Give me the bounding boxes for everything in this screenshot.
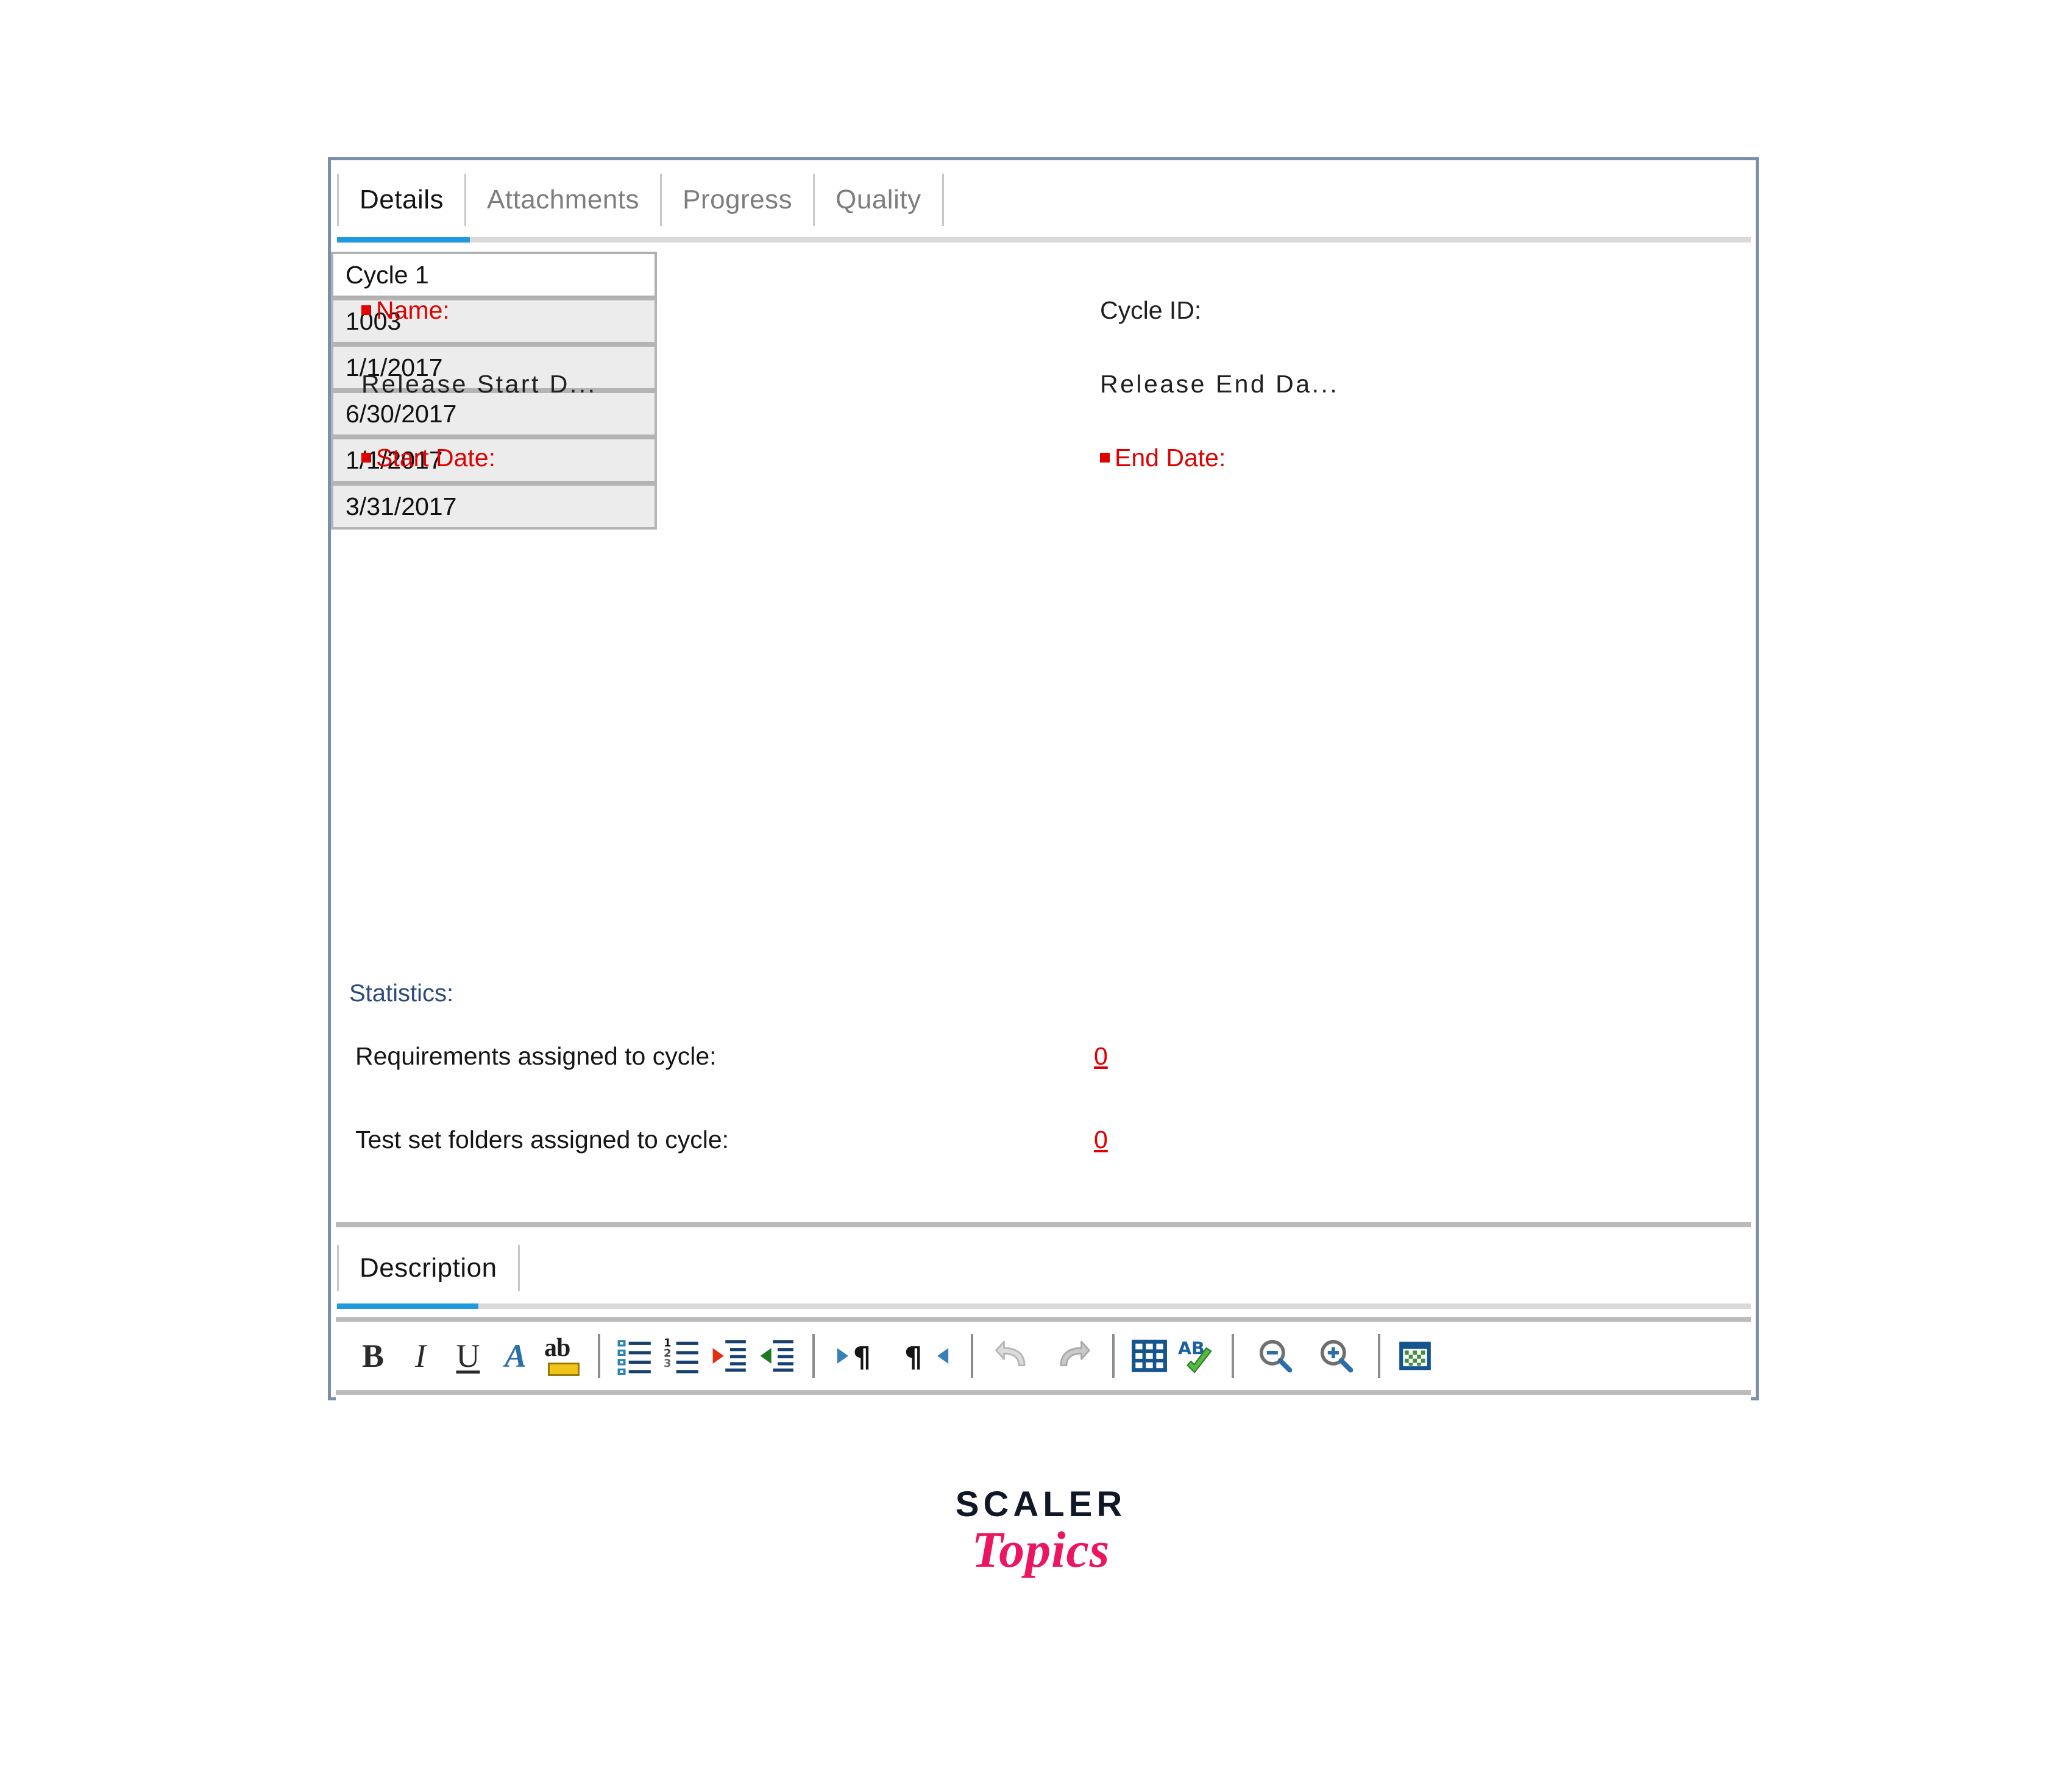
decrease-indent-icon (760, 1340, 793, 1372)
zoom-out-icon (1259, 1339, 1293, 1373)
field-end-date-value[interactable]: 3/31/2017 (331, 483, 657, 530)
tab-quality[interactable]: Quality (815, 166, 942, 233)
bulleted-list-button[interactable] (611, 1328, 659, 1384)
zoom-out-button[interactable] (1245, 1328, 1306, 1384)
toolbar-separator (812, 1334, 815, 1378)
insert-object-icon (1399, 1341, 1431, 1371)
statistics-row: Test set folders assigned to cycle: 0 (355, 1121, 1108, 1158)
toolbar-separator (1232, 1334, 1234, 1378)
spell-check-icon: AB (1178, 1338, 1212, 1374)
details-form: Name: Cycle 1 Cycle ID: 1003 Release Sta… (331, 252, 1756, 1093)
underline-button[interactable]: U (444, 1328, 492, 1384)
field-name-label: Name: (361, 296, 450, 325)
rtl-direction-button[interactable]: ¶ (893, 1328, 960, 1384)
active-description-tab-indicator (337, 1303, 1751, 1309)
tab-details[interactable]: Details (339, 166, 464, 233)
main-tab-strip: Details Attachments Progress Quality (331, 160, 1756, 252)
toolbar-bottom-rule (336, 1390, 1751, 1395)
field-start-date-label: Start Date: (361, 444, 495, 472)
field-cycle-id-label: Cycle ID: (1100, 296, 1202, 324)
field-release-end-date-label-wrap: Release End Da... (1100, 361, 1339, 407)
field-release-end-date-label: Release End Da... (1100, 369, 1339, 398)
italic-button[interactable]: I (397, 1328, 444, 1384)
font-color-button[interactable]: A (492, 1328, 539, 1384)
test-set-folders-assigned-value[interactable]: 0 (1094, 1126, 1108, 1154)
font-color-icon: A (504, 1338, 527, 1374)
required-marker-icon (361, 453, 371, 463)
text-highlight-icon: ab (544, 1334, 582, 1376)
scaler-topics-logo: SCALER Topics (937, 1487, 1144, 1576)
underline-icon: U (456, 1338, 480, 1374)
toolbar-separator (1378, 1334, 1380, 1378)
tab-divider (517, 1245, 520, 1291)
insert-table-button[interactable] (1126, 1328, 1173, 1384)
undo-button[interactable] (984, 1328, 1043, 1384)
increase-indent-button[interactable] (706, 1328, 754, 1384)
statistics-title: Statistics: (349, 980, 454, 1007)
field-end-date-label-wrap: End Date: (1100, 434, 1226, 481)
zoom-in-icon (1320, 1339, 1354, 1373)
zoom-in-button[interactable] (1306, 1328, 1367, 1384)
bold-button[interactable]: B (349, 1328, 397, 1384)
logo-topics-text: Topics (971, 1522, 1110, 1578)
tab-divider (942, 174, 944, 226)
active-tab-indicator (337, 237, 1751, 243)
logo-scaler-text: SCALER (955, 1484, 1127, 1524)
field-release-start-date-label-wrap: Release Start D... (361, 361, 597, 407)
statistics-row: Requirements assigned to cycle: 0 (355, 1038, 1108, 1074)
ltr-direction-icon: ¶ (837, 1341, 871, 1374)
field-name-label-wrap: Name: (361, 287, 450, 333)
description-tab-strip: Description (331, 1233, 1756, 1315)
required-marker-icon (361, 305, 371, 315)
redo-button[interactable] (1043, 1328, 1101, 1384)
cycle-details-dialog: Details Attachments Progress Quality Nam… (328, 157, 1759, 1517)
ltr-direction-button[interactable]: ¶ (826, 1328, 893, 1384)
main-tab-list: Details Attachments Progress Quality (337, 166, 944, 233)
field-end-date-label: End Date: (1100, 444, 1226, 472)
toolbar-separator (598, 1334, 600, 1378)
svg-text:3: 3 (664, 1357, 672, 1370)
tab-attachments[interactable]: Attachments (466, 166, 660, 233)
tab-progress[interactable]: Progress (662, 166, 813, 233)
toolbar-separator (971, 1334, 973, 1378)
increase-indent-icon (712, 1340, 746, 1372)
spell-check-button[interactable]: AB (1173, 1328, 1221, 1384)
text-highlight-button[interactable]: ab (539, 1328, 587, 1384)
field-release-start-date-label: Release Start D... (361, 369, 597, 398)
tab-description[interactable]: Description (339, 1238, 518, 1299)
test-set-folders-assigned-label: Test set folders assigned to cycle: (355, 1125, 729, 1154)
bold-icon: B (361, 1338, 385, 1374)
toolbar-separator (1112, 1334, 1115, 1378)
svg-text:¶: ¶ (853, 1341, 871, 1374)
highlight-bar (548, 1363, 580, 1376)
undo-icon (995, 1341, 1026, 1366)
description-tab-list: Description (337, 1238, 520, 1299)
insert-object-button[interactable] (1391, 1328, 1439, 1384)
decrease-indent-button[interactable] (754, 1328, 801, 1384)
italic-icon: I (415, 1338, 426, 1374)
requirements-assigned-label: Requirements assigned to cycle: (355, 1041, 717, 1070)
requirements-assigned-value[interactable]: 0 (1094, 1042, 1108, 1071)
field-cycle-id-label-wrap: Cycle ID: (1100, 287, 1201, 333)
insert-table-icon (1132, 1339, 1167, 1372)
bulleted-list-icon (617, 1340, 651, 1375)
rtl-direction-icon: ¶ (904, 1341, 949, 1374)
svg-text:¶: ¶ (904, 1341, 923, 1374)
numbered-list-button[interactable]: 1 2 3 (659, 1328, 706, 1384)
field-start-date-label-wrap: Start Date: (361, 434, 495, 481)
rich-text-toolbar: B I U A ab 1 2 3 ¶ ¶ AB (336, 1322, 1751, 1390)
redo-icon (1060, 1341, 1090, 1366)
numbered-list-icon: 1 2 3 (664, 1337, 698, 1374)
toolbar-top-rule (336, 1317, 1751, 1322)
required-marker-icon (1100, 453, 1110, 463)
section-divider (336, 1222, 1751, 1227)
